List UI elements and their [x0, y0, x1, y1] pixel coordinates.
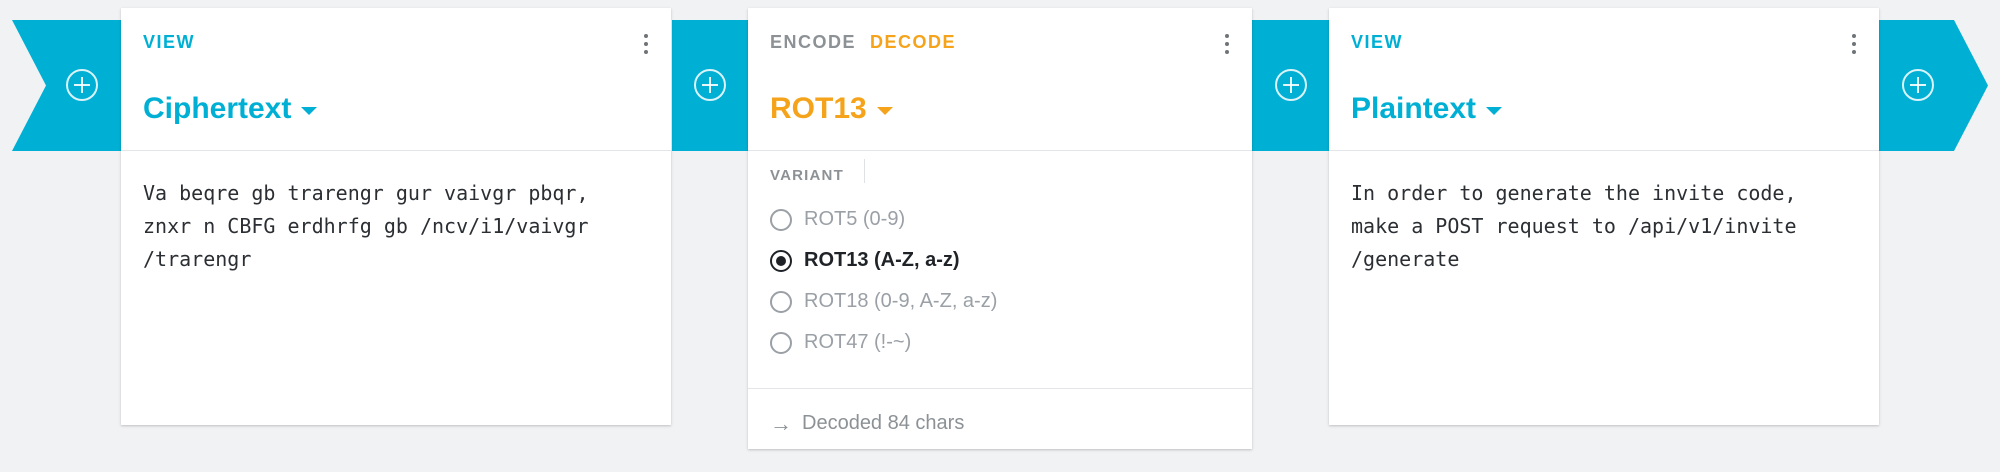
ciphertext-card: VIEW Ciphertext Va beqre gb trarengr gur… [121, 8, 671, 425]
add-plus-icon[interactable] [694, 69, 726, 101]
card-header: VIEW Ciphertext [121, 8, 671, 151]
card-header: VIEW Plaintext [1329, 8, 1879, 151]
view-type-dropdown[interactable]: Ciphertext [143, 92, 318, 126]
variant-radio-group: ROT5 (0-9) ROT13 (A-Z, a-z) ROT18 (0-9, … [748, 185, 1252, 388]
more-vert-icon[interactable] [1222, 34, 1232, 58]
variant-option-label: ROT13 (A-Z, a-z) [804, 249, 960, 271]
cipher-title: ROT13 [770, 92, 867, 125]
more-vert-icon[interactable] [1849, 34, 1859, 58]
status-text: Decoded 84 chars [802, 412, 965, 434]
add-plus-icon[interactable] [1902, 69, 1934, 101]
variant-option-label: ROT18 (0-9, A-Z, a-z) [804, 290, 998, 312]
view-type-title: Ciphertext [143, 92, 292, 125]
variant-option-label: ROT47 (!-~) [804, 331, 912, 353]
variant-option-label: ROT5 (0-9) [804, 208, 906, 230]
add-plus-icon[interactable] [1275, 69, 1307, 101]
plaintext-card: VIEW Plaintext In order to generate the … [1329, 8, 1879, 425]
caret-down-icon [301, 107, 318, 115]
caret-down-icon [1486, 107, 1503, 115]
ciphertext-content[interactable]: Va beqre gb trarengr gur vaivgr pbqr, zn… [121, 151, 671, 302]
radio-unchecked-icon[interactable] [770, 331, 792, 354]
card-header: ENCODE DECODE ROT13 [748, 8, 1252, 151]
add-plus-icon[interactable] [66, 69, 98, 101]
variant-header: VARIANT [748, 151, 1252, 185]
radio-unchecked-icon[interactable] [770, 290, 792, 313]
view-type-dropdown[interactable]: Plaintext [1351, 92, 1503, 126]
variant-option-rot13[interactable]: ROT13 (A-Z, a-z) [770, 240, 1252, 281]
variant-option-rot18[interactable]: ROT18 (0-9, A-Z, a-z) [770, 281, 1252, 322]
radio-unchecked-icon[interactable] [770, 208, 792, 231]
cipher-dropdown[interactable]: ROT13 [770, 92, 893, 126]
variant-option-rot5[interactable]: ROT5 (0-9) [770, 199, 1252, 240]
variant-label: VARIANT [770, 167, 844, 184]
variant-option-rot47[interactable]: ROT47 (!-~) [770, 322, 1252, 363]
arrow-right-icon: → [770, 410, 792, 436]
view-type-title: Plaintext [1351, 92, 1477, 125]
decode-tab[interactable]: DECODE [870, 32, 956, 53]
view-label[interactable]: VIEW [143, 32, 195, 53]
caret-down-icon [876, 107, 893, 115]
more-vert-icon[interactable] [641, 34, 651, 58]
rot13-card: ENCODE DECODE ROT13 VARIANT ROT5 (0-9) RO… [748, 8, 1252, 449]
radio-checked-icon[interactable] [770, 249, 792, 272]
status-bar: → Decoded 84 chars [748, 388, 1252, 458]
plaintext-content[interactable]: In order to generate the invite code, ma… [1329, 151, 1879, 302]
encode-tab[interactable]: ENCODE [770, 32, 856, 53]
view-label[interactable]: VIEW [1351, 32, 1403, 53]
divider [864, 159, 865, 183]
